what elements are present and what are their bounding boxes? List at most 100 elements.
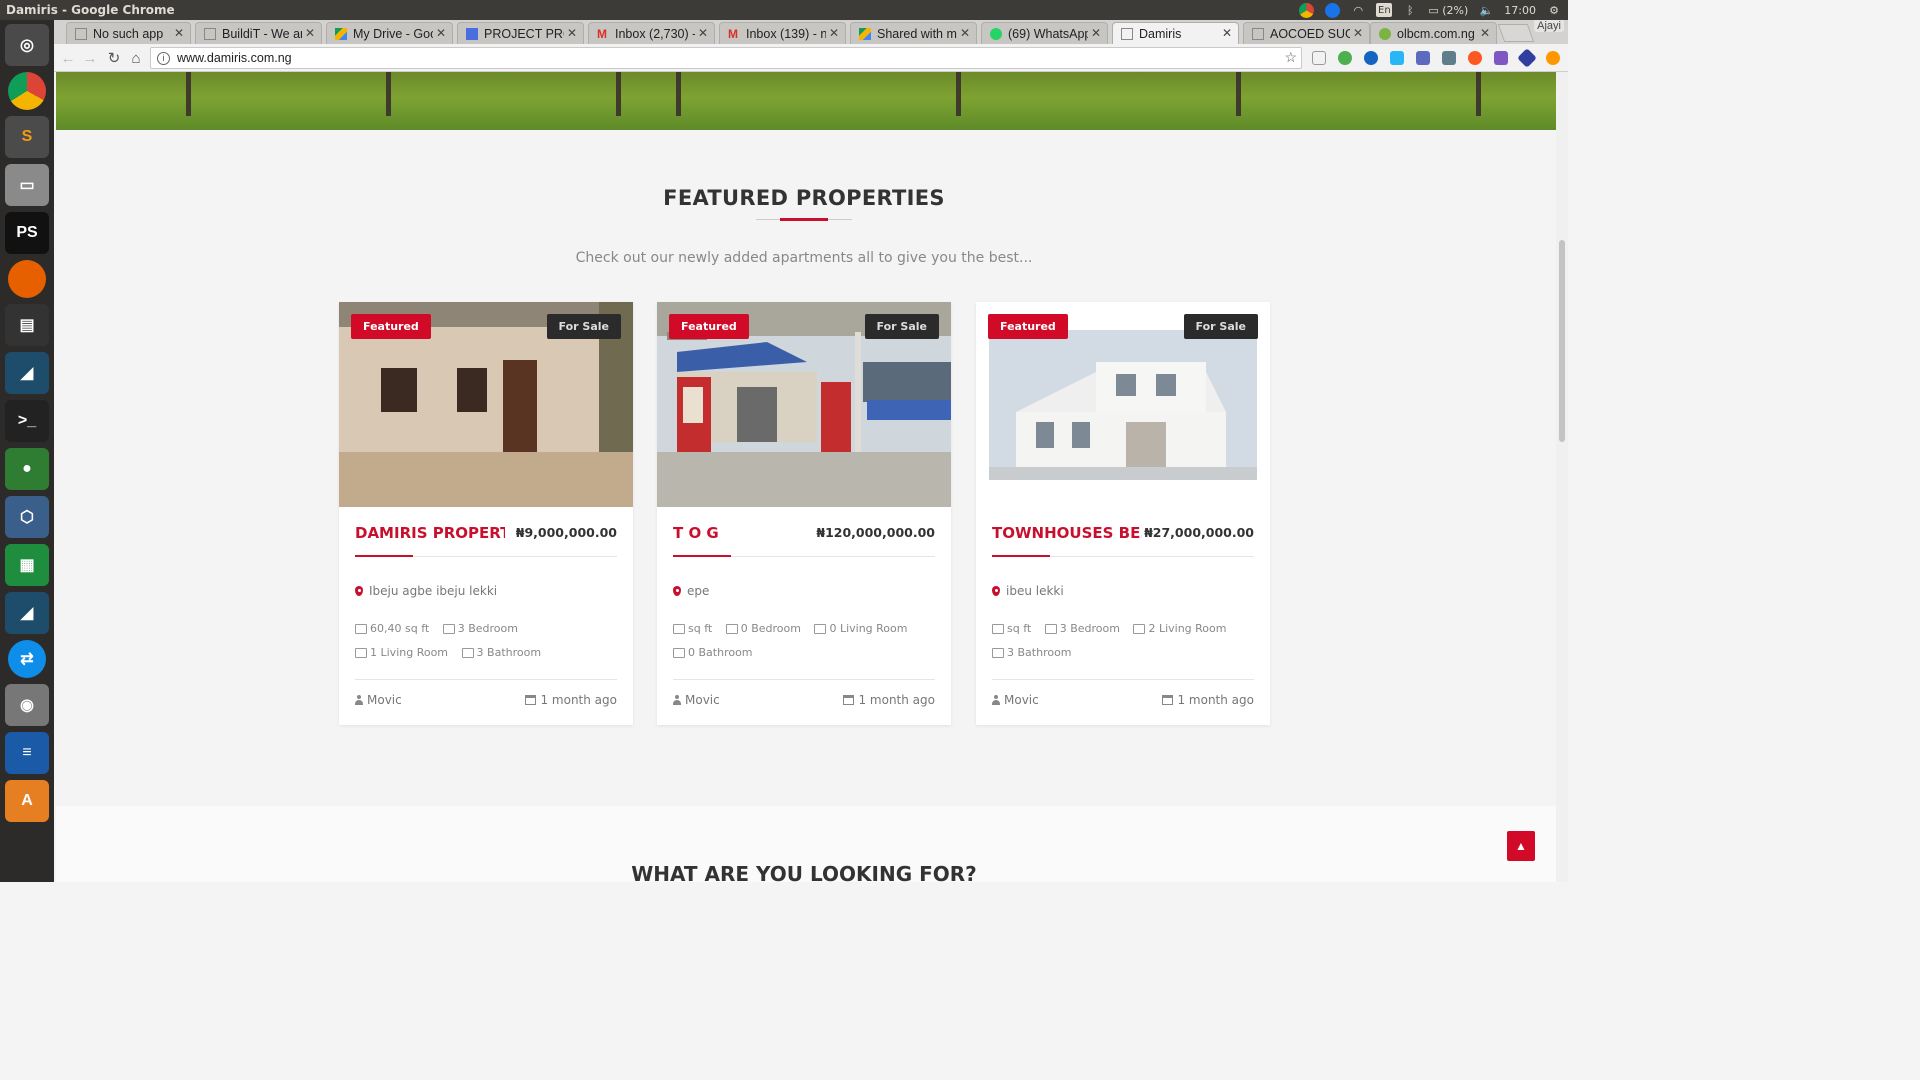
wifi-icon[interactable]: ◠ <box>1350 3 1366 17</box>
extension-calendar-icon[interactable] <box>1312 51 1326 65</box>
date-text: 1 month ago <box>1177 693 1254 707</box>
tab-aocoed-sug[interactable]: AOCOED SUG ✕ <box>1243 22 1370 44</box>
close-tab-icon[interactable]: ✕ <box>1349 26 1363 40</box>
tab-damiris[interactable]: Damiris ✕ <box>1112 22 1239 44</box>
address-bar[interactable]: i www.damiris.com.ng ☆ <box>150 47 1302 69</box>
teamviewer-icon[interactable]: ⇄ <box>8 640 46 678</box>
close-tab-icon[interactable]: ✕ <box>1476 26 1490 40</box>
extension-alert-icon[interactable] <box>1546 51 1560 65</box>
featured-badge: Featured <box>988 314 1068 339</box>
new-tab-button[interactable] <box>1497 24 1535 42</box>
extension-blue-icon[interactable] <box>1364 51 1378 65</box>
living-room-text: 2 Living Room <box>1148 622 1227 635</box>
home-icon[interactable]: ⌂ <box>126 48 146 68</box>
tab-olbcm[interactable]: olbcm.com.ng ✕ <box>1370 22 1497 44</box>
profile-button[interactable]: Ajayi <box>1534 20 1564 32</box>
scroll-to-top-button[interactable]: ▲ <box>1507 831 1535 861</box>
property-title-link[interactable]: DAMIRIS PROPERT... <box>355 524 505 542</box>
mysql-workbench-icon[interactable]: ◢ <box>5 352 49 394</box>
tab-inbox-2730[interactable]: M Inbox (2,730) - ✕ <box>588 22 715 44</box>
property-date: 1 month ago <box>1162 693 1254 707</box>
bathroom-text: 3 Bathroom <box>476 646 542 659</box>
teamviewer-tray-icon[interactable] <box>1324 2 1340 18</box>
extension-orange-icon[interactable] <box>1468 51 1482 65</box>
tab-no-such-app[interactable]: No such app ✕ <box>66 22 191 44</box>
page-scrollbar[interactable] <box>1556 72 1568 882</box>
tab-my-drive[interactable]: My Drive - Goo ✕ <box>326 22 453 44</box>
property-card[interactable]: Featured For Sale DAMIRIS PROPERT... ₦9,… <box>339 302 633 725</box>
site-info-icon[interactable]: i <box>157 51 170 65</box>
close-tab-icon[interactable]: ✕ <box>825 26 839 40</box>
firefox-icon[interactable] <box>8 260 46 298</box>
terminal-icon[interactable]: >_ <box>5 400 49 442</box>
close-tab-icon[interactable]: ✕ <box>1087 26 1101 40</box>
user-icon <box>673 695 681 705</box>
spreadsheet-icon[interactable]: ▦ <box>5 544 49 586</box>
close-tab-icon[interactable]: ✕ <box>301 26 315 40</box>
android-studio-icon[interactable]: ● <box>5 448 49 490</box>
writer-icon[interactable]: ≡ <box>5 732 49 774</box>
url-text: www.damiris.com.ng <box>177 51 292 65</box>
card-divider <box>992 679 1254 680</box>
close-tab-icon[interactable]: ✕ <box>1218 26 1232 40</box>
for-sale-badge: For Sale <box>1183 314 1258 339</box>
speaker-app-icon[interactable]: ◉ <box>5 684 49 726</box>
author-name: Movic <box>685 693 720 707</box>
property-photo[interactable]: Featured For Sale <box>339 302 633 507</box>
close-tab-icon[interactable]: ✕ <box>170 26 184 40</box>
extension-cloud-icon[interactable] <box>1390 51 1404 65</box>
bookmark-star-icon[interactable]: ☆ <box>1284 49 1297 66</box>
dash-home-icon[interactable]: ◎ <box>5 24 49 66</box>
settings-gear-icon[interactable]: ⚙ <box>1546 3 1562 17</box>
for-sale-badge: For Sale <box>546 314 621 339</box>
files-icon[interactable]: ▭ <box>5 164 49 206</box>
tab-inbox-139[interactable]: M Inbox (139) - n ✕ <box>719 22 846 44</box>
bluetooth-icon[interactable]: ᛒ <box>1402 3 1418 17</box>
property-card[interactable]: Featured For Sale TOWNHOUSES BE... ₦27,0… <box>976 302 1270 725</box>
property-title-link[interactable]: T O G <box>673 524 719 542</box>
keyboard-layout-indicator[interactable]: En <box>1376 3 1393 17</box>
software-center-icon[interactable]: A <box>5 780 49 822</box>
property-location: ibeu lekki <box>992 584 1064 598</box>
extension-green-icon[interactable] <box>1338 51 1352 65</box>
reload-icon[interactable]: ↻ <box>104 48 124 68</box>
extension-diamond-icon[interactable] <box>1517 48 1537 68</box>
extension-chart-icon[interactable] <box>1442 51 1456 65</box>
extension-window-icon[interactable] <box>1416 51 1430 65</box>
property-card[interactable]: Featured For Sale T O G ₦120,000,000.00 … <box>657 302 951 725</box>
location-text: ibeu lekki <box>1006 584 1064 598</box>
area-icon <box>992 624 1004 634</box>
virtualbox-icon[interactable]: ⬡ <box>5 496 49 538</box>
video-editor-icon[interactable]: ▤ <box>5 304 49 346</box>
phpstorm-icon[interactable]: PS <box>5 212 49 254</box>
mysql-workbench-2-icon[interactable]: ◢ <box>5 592 49 634</box>
tab-shared-with-me[interactable]: Shared with m ✕ <box>850 22 977 44</box>
chrome-tray-icon[interactable] <box>1298 2 1314 18</box>
extension-purple-icon[interactable] <box>1494 51 1508 65</box>
chrome-launcher-icon[interactable] <box>8 72 46 110</box>
drive-icon <box>335 27 347 40</box>
tab-buildit[interactable]: BuildiT - We ar ✕ <box>195 22 322 44</box>
close-tab-icon[interactable]: ✕ <box>432 26 446 40</box>
tab-project-pro[interactable]: PROJECT PRO ✕ <box>457 22 584 44</box>
close-tab-icon[interactable]: ✕ <box>694 26 708 40</box>
date-text: 1 month ago <box>858 693 935 707</box>
docs-icon <box>466 27 478 40</box>
clock[interactable]: 17:00 <box>1504 4 1536 17</box>
property-title-link[interactable]: TOWNHOUSES BE... <box>992 524 1142 542</box>
tab-whatsapp[interactable]: (69) WhatsApp ✕ <box>981 22 1108 44</box>
battery-indicator[interactable]: ▭ (2%) <box>1428 4 1468 17</box>
property-photo[interactable]: Featured For Sale <box>976 302 1270 507</box>
back-arrow-icon[interactable]: ← <box>58 48 78 68</box>
forward-arrow-icon[interactable]: → <box>80 48 100 68</box>
featured-section-title: FEATURED PROPERTIES <box>663 186 945 210</box>
close-tab-icon[interactable]: ✕ <box>563 26 577 40</box>
sublime-text-icon[interactable]: S <box>5 116 49 158</box>
volume-icon[interactable]: 🔈 <box>1478 3 1494 17</box>
area-text: sq ft <box>688 622 713 635</box>
gmail-icon: M <box>597 26 607 41</box>
close-tab-icon[interactable]: ✕ <box>956 26 970 40</box>
card-divider <box>673 679 935 680</box>
scrollbar-thumb[interactable] <box>1559 240 1565 442</box>
property-photo[interactable]: Featured For Sale <box>657 302 951 507</box>
